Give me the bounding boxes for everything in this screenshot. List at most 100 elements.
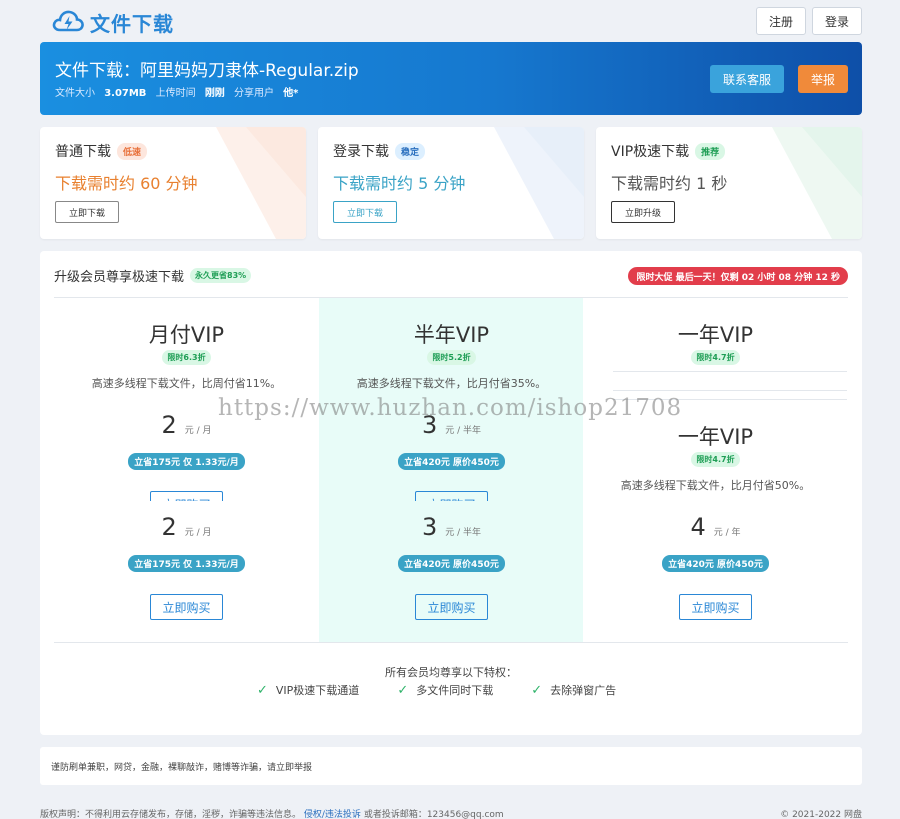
perk-item: ✓ 去除弹窗广告 <box>531 682 616 698</box>
plan-yearly-repeat: 一年VIP 限时4.7折 <box>583 421 848 467</box>
download-now-button[interactable]: 立即下载 <box>55 201 119 223</box>
upgrade-now-button[interactable]: 立即升级 <box>611 201 675 223</box>
price-unit: 元 / 月 <box>184 426 212 436</box>
perk-item: ✓ VIP极速下载通道 <box>257 682 359 698</box>
card-decoration <box>216 127 306 239</box>
price-block: 3 元 / 半年 <box>319 513 584 541</box>
vip-heading: 升级会员尊享极速下载 <box>54 270 185 285</box>
price: 4 <box>690 513 706 541</box>
price-unit: 元 / 年 <box>713 528 741 538</box>
perk-title: 所有会员均尊享以下特权： <box>385 666 517 679</box>
plan-name: 一年VIP <box>677 323 754 347</box>
file-banner: 文件下载：阿里妈妈刀隶体-Regular.zip 文件大小 3.07MB 上传时… <box>40 42 862 115</box>
discount-badge: 限时4.7折 <box>691 452 740 467</box>
perk-label: 去除弹窗广告 <box>550 684 617 697</box>
card-decoration <box>494 127 584 239</box>
price: 2 <box>161 513 177 541</box>
buy-yearly-button[interactable]: 立即购买 <box>679 594 752 620</box>
plan-desc: 高速多线程下载文件，比周付省11%。 <box>91 377 282 390</box>
perk-label: VIP极速下载通道 <box>275 684 360 697</box>
price: 3 <box>421 513 438 541</box>
speed-tag: 稳定 <box>395 142 426 160</box>
promo-countdown: 限时大促 最后一天！仅剩 02 小时 08 分钟 12 秒 <box>628 267 848 285</box>
cloud-lightning-icon <box>52 8 84 37</box>
plan-halfyear: 半年VIP 限时5.2折 <box>319 319 584 365</box>
logo[interactable]: 文件下载 <box>52 8 174 37</box>
buy-button-clipped: 立即购买 <box>415 491 488 501</box>
save-pill: 立省175元 仅 1.33元/月 <box>128 555 245 572</box>
divider <box>613 399 847 400</box>
plan-monthly: 月付VIP 限时6.3折 <box>54 319 319 365</box>
upload-time-label: 上传时间 <box>155 88 196 99</box>
speed-tag: 推荐 <box>695 142 726 160</box>
login-download-card: 登录下载 稳定 下载需时约 5 分钟 立即下载 <box>318 127 584 239</box>
price-unit: 元 / 半年 <box>445 426 482 436</box>
plan-name: 半年VIP <box>413 323 490 347</box>
file-size-value: 3.07MB <box>104 88 147 99</box>
logo-text: 文件下载 <box>90 12 174 36</box>
fraud-notice: 谨防刷单兼职，网贷，金融，裸聊敲诈，赌博等诈骗，请立即举报 <box>40 747 862 785</box>
download-time: 下载需时约 1 秒 <box>611 174 728 193</box>
buy-button-clipped: 立即购买 <box>150 491 223 501</box>
plan-desc: 高速多线程下载文件，比月付省35%。 <box>356 377 547 390</box>
price-unit: 元 / 半年 <box>445 528 482 538</box>
card-title: 普通下载 <box>55 144 111 160</box>
upload-time-value: 刚刚 <box>204 88 225 99</box>
share-user-label: 分享用户 <box>234 88 274 99</box>
save-pill: 立省420元 原价450元 <box>398 555 505 572</box>
top-bar: 文件下载 注册 登录 <box>0 0 900 42</box>
check-icon: ✓ <box>257 682 268 698</box>
card-title: VIP极速下载 <box>611 144 690 160</box>
auth-buttons: 注册 登录 <box>756 7 862 35</box>
file-meta: 文件大小 3.07MB 上传时间 刚刚 分享用户 他* <box>55 84 304 99</box>
complaint-link[interactable]: 侵权/违法投诉 <box>304 810 361 819</box>
complaint-email: 或者投诉邮箱：123456@qq.com <box>363 810 504 819</box>
price: 3 <box>421 411 438 439</box>
normal-download-card: 普通下载 低速 下载需时约 60 分钟 立即下载 <box>40 127 306 239</box>
contact-support-button[interactable]: 联系客服 <box>710 65 784 93</box>
file-size-label: 文件大小 <box>55 88 95 99</box>
card-decoration <box>772 127 862 239</box>
save-pill: 立省175元 仅 1.33元/月 <box>128 453 245 470</box>
check-icon: ✓ <box>397 682 409 698</box>
divider <box>613 371 847 372</box>
buy-monthly-button[interactable]: 立即购买 <box>150 594 223 620</box>
login-button[interactable]: 登录 <box>812 7 862 35</box>
save-badge: 永久更省83% <box>190 268 252 283</box>
footer-copyright: © 2021-2022 网盘 <box>780 810 862 819</box>
discount-badge: 限时4.7折 <box>691 350 740 365</box>
save-pill: 立省420元 原价450元 <box>398 453 505 470</box>
vip-download-card: VIP极速下载 推荐 下载需时约 1 秒 立即升级 <box>596 127 862 239</box>
perk-item: ✓ 多文件同时下载 <box>397 682 493 698</box>
report-button[interactable]: 举报 <box>798 65 848 93</box>
price-block: 4 元 / 年 <box>583 513 848 541</box>
plan-name: 月付VIP <box>148 323 225 347</box>
file-title: 文件下载：阿里妈妈刀隶体-Regular.zip <box>55 61 359 81</box>
login-download-button[interactable]: 立即下载 <box>333 201 397 223</box>
price-unit: 元 / 月 <box>184 528 212 538</box>
perk-list: ✓ VIP极速下载通道 ✓ 多文件同时下载 ✓ 去除弹窗广告 <box>257 682 616 698</box>
price-block: 3 元 / 半年 <box>319 411 584 439</box>
plan-name: 一年VIP <box>677 425 754 449</box>
card-title: 登录下载 <box>333 144 389 160</box>
vip-panel: 升级会员尊享极速下载 永久更省83% 限时大促 最后一天！仅剩 02 小时 08… <box>40 251 862 735</box>
discount-badge: 限时5.2折 <box>427 350 476 365</box>
perk-label: 多文件同时下载 <box>416 684 494 697</box>
plan-desc: 高速多线程下载文件，比月付省50%。 <box>620 479 811 492</box>
price: 2 <box>161 411 177 439</box>
copyright-text: 版权声明：不得利用云存储发布，存储，淫秽，诈骗等违法信息。 <box>40 810 302 819</box>
price-block: 2 元 / 月 <box>54 513 319 541</box>
share-user-value: 他* <box>283 88 299 99</box>
divider <box>613 390 847 391</box>
buy-halfyear-button[interactable]: 立即购买 <box>415 594 488 620</box>
download-time: 下载需时约 60 分钟 <box>55 174 198 193</box>
check-icon: ✓ <box>531 682 543 698</box>
copyright-notice: 版权声明：不得利用云存储发布，存储，淫秽，诈骗等违法信息。 侵权/违法投诉 或者… <box>40 807 504 819</box>
price-block: 2 元 / 月 <box>54 411 319 439</box>
plan-yearly: 一年VIP 限时4.7折 <box>583 319 848 365</box>
divider <box>54 642 848 643</box>
speed-tag: 低速 <box>117 142 148 160</box>
save-pill: 立省420元 原价450元 <box>662 555 769 572</box>
register-button[interactable]: 注册 <box>756 7 806 35</box>
download-time: 下载需时约 5 分钟 <box>333 174 466 193</box>
